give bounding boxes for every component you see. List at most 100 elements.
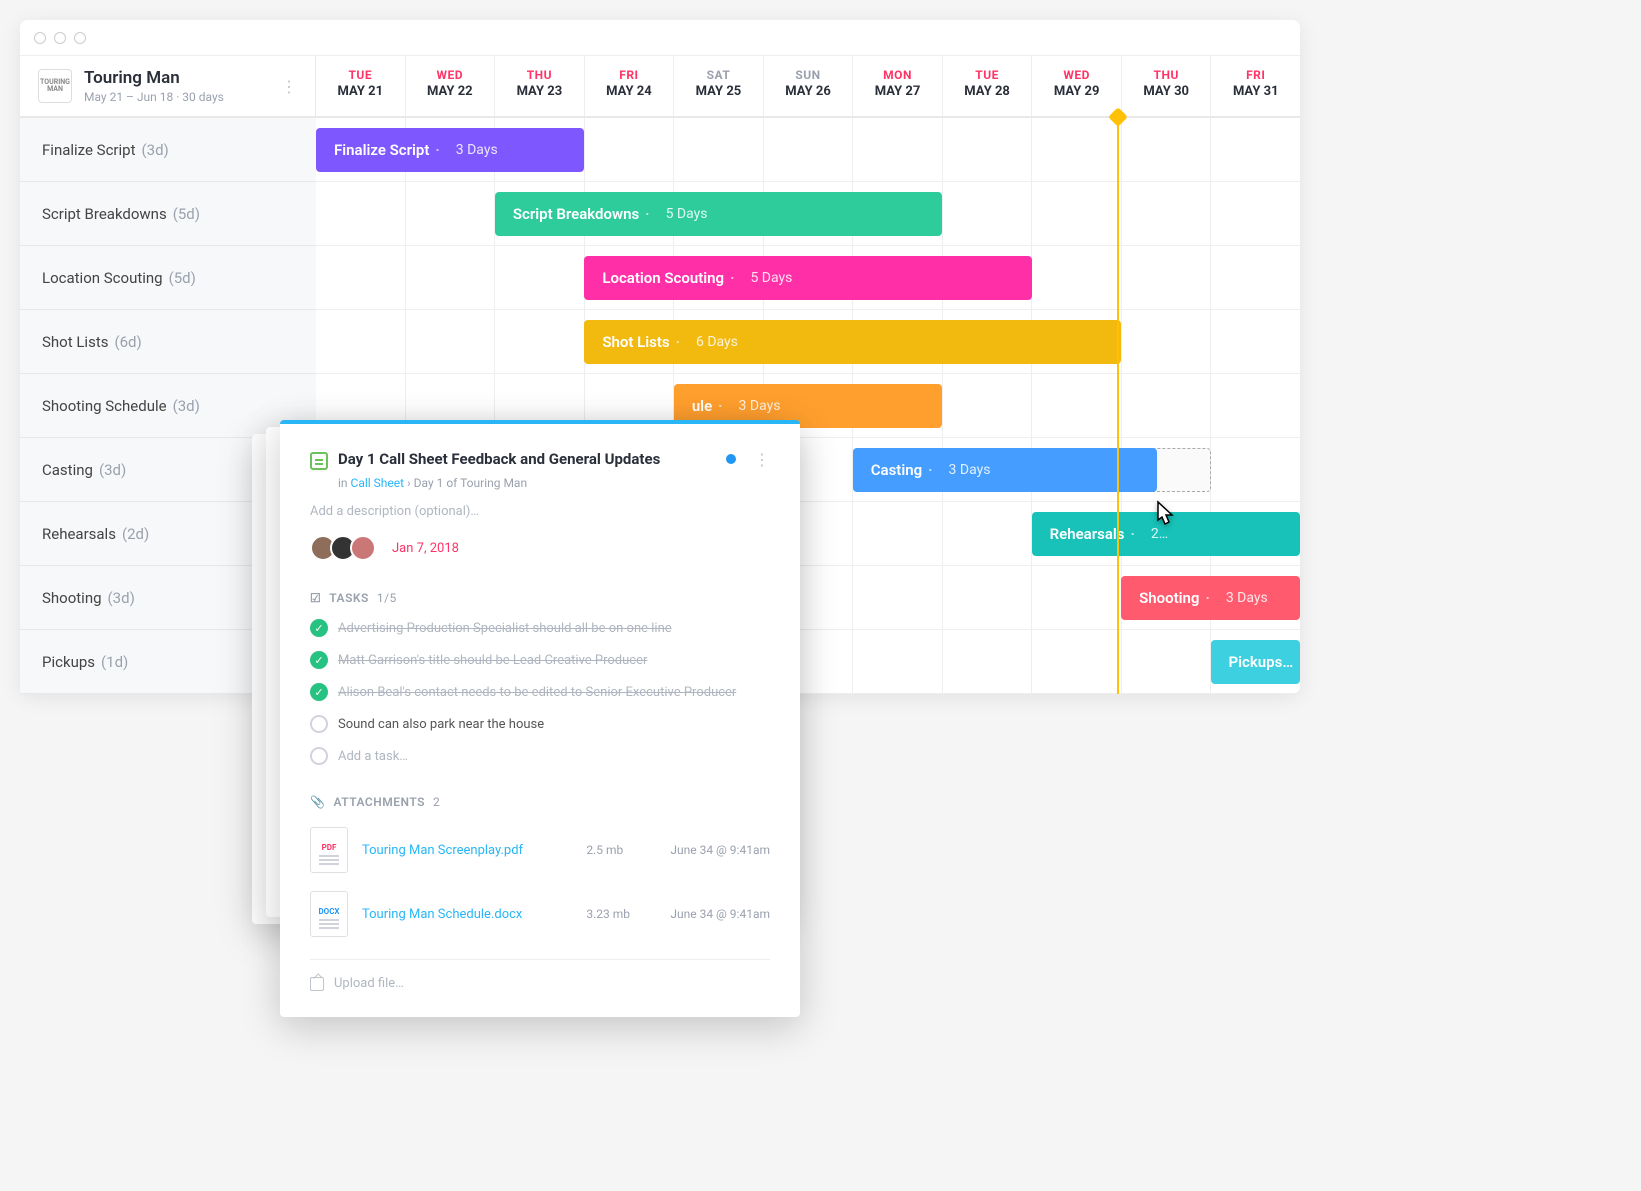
- today-indicator: [1117, 118, 1119, 694]
- calendar-header: TUEMAY 21WEDMAY 22THUMAY 23FRIMAY 24SATM…: [316, 56, 1300, 116]
- gantt-bar[interactable]: Shooting·3 Days: [1121, 576, 1300, 620]
- day-name: SUN: [764, 68, 853, 82]
- task-duration-label: (5d): [169, 269, 196, 287]
- day-date: MAY 26: [764, 84, 853, 99]
- checklist-icon: ☑: [310, 591, 321, 605]
- day-column[interactable]: THU MAY 23: [495, 56, 585, 116]
- day-name: TUE: [316, 68, 405, 82]
- task-duration-label: (5d): [173, 205, 200, 223]
- file-size: 2.5 mb: [586, 843, 656, 857]
- file-name[interactable]: Touring Man Screenplay.pdf: [362, 843, 572, 858]
- gantt-bar[interactable]: Location Scouting·5 Days: [584, 256, 1031, 300]
- gantt-row: Finalize Script·3 Days: [316, 118, 1300, 182]
- task-label: Pickups: [42, 653, 95, 671]
- check-done-icon[interactable]: ✓: [310, 651, 328, 669]
- subtask-item[interactable]: Sound can also park near the house: [310, 715, 770, 733]
- card-header: Day 1 Call Sheet Feedback and General Up…: [310, 450, 770, 470]
- file-name[interactable]: Touring Man Schedule.docx: [362, 907, 572, 922]
- day-name: THU: [495, 68, 584, 82]
- bar-duration: 3 Days: [739, 398, 781, 414]
- day-column[interactable]: SATMAY 25: [674, 56, 764, 116]
- day-column[interactable]: TUE MAY 28: [943, 56, 1033, 116]
- check-todo-icon[interactable]: [310, 715, 328, 733]
- task-label: Finalize Script: [42, 141, 136, 159]
- subtask-text: Advertising Production Specialist should…: [338, 621, 672, 636]
- gantt-row: Script Breakdowns·5 Days: [316, 182, 1300, 246]
- day-column[interactable]: TUEMAY 21: [316, 56, 406, 116]
- gantt-bar[interactable]: Rehearsals·2…: [1032, 512, 1300, 556]
- project-cell[interactable]: TOURING MAN Touring Man May 21 – Jun 18 …: [20, 56, 316, 116]
- task-detail-card[interactable]: Day 1 Call Sheet Feedback and General Up…: [280, 420, 800, 1017]
- card-menu-icon[interactable]: ⋮: [754, 450, 770, 469]
- project-info: Touring Man May 21 – Jun 18 · 30 days: [84, 68, 269, 104]
- project-meta: May 21 – Jun 18 · 30 days: [84, 90, 269, 104]
- task-label-row[interactable]: Shot Lists (6d): [20, 310, 316, 374]
- task-label-row[interactable]: Location Scouting (5d): [20, 246, 316, 310]
- day-column[interactable]: WEDMAY 29: [1032, 56, 1122, 116]
- day-column[interactable]: WEDMAY 22: [406, 56, 496, 116]
- bar-label: Shooting: [1139, 589, 1199, 607]
- day-column[interactable]: FRI MAY 31: [1211, 56, 1300, 116]
- gantt-bar[interactable]: Shot Lists·6 Days: [584, 320, 1121, 364]
- attachments-section-header: 📎 ATTACHMENTS 2: [310, 795, 770, 809]
- day-name: FRI: [1211, 68, 1300, 82]
- day-column[interactable]: SUN MAY 26: [764, 56, 854, 116]
- bar-duration: 3 Days: [456, 142, 498, 158]
- subtask-item[interactable]: ✓Matt Garrison's title should be Lead Cr…: [310, 651, 770, 669]
- bar-duration: 3 Days: [1226, 590, 1268, 606]
- task-duration-label: (2d): [122, 525, 149, 543]
- day-date: MAY 28: [943, 84, 1032, 99]
- description-input[interactable]: Add a description (optional)…: [310, 504, 770, 519]
- status-dot-icon[interactable]: [726, 454, 736, 464]
- gantt-bar[interactable]: Script Breakdowns·5 Days: [495, 192, 942, 236]
- gantt-bar[interactable]: Pickups…: [1211, 640, 1300, 684]
- day-date: MAY 24: [585, 84, 674, 99]
- attachment-item[interactable]: PDFTouring Man Screenplay.pdf2.5 mbJune …: [310, 827, 770, 873]
- subtask-text: Sound can also park near the house: [338, 717, 544, 732]
- bar-duration: 6 Days: [696, 334, 738, 350]
- day-date: MAY 23: [495, 84, 584, 99]
- paperclip-icon: 📎: [310, 795, 325, 809]
- breadcrumb: in Call Sheet › Day 1 of Touring Man: [338, 476, 770, 490]
- breadcrumb-link[interactable]: Call Sheet: [351, 476, 405, 490]
- project-menu-icon[interactable]: ⋮: [281, 77, 297, 96]
- file-date: June 34 @ 9:41am: [670, 907, 770, 921]
- attachment-item[interactable]: DOCXTouring Man Schedule.docx3.23 mbJune…: [310, 891, 770, 937]
- gantt-bar[interactable]: Finalize Script·3 Days: [316, 128, 584, 172]
- check-done-icon[interactable]: ✓: [310, 619, 328, 637]
- day-column[interactable]: FRI MAY 24: [585, 56, 675, 116]
- day-name: THU: [1122, 68, 1211, 82]
- header-row: TOURING MAN Touring Man May 21 – Jun 18 …: [20, 56, 1300, 118]
- bar-duration: 2…: [1151, 526, 1168, 542]
- avatar[interactable]: [350, 535, 376, 561]
- window-controls[interactable]: [34, 32, 86, 44]
- bar-label: Location Scouting: [602, 269, 724, 287]
- empty-check-icon: [310, 747, 328, 765]
- gantt-bar[interactable]: Casting·3 Days: [853, 448, 1157, 492]
- day-column[interactable]: THUMAY 30: [1122, 56, 1212, 116]
- task-label: Shooting Schedule: [42, 397, 167, 415]
- check-done-icon[interactable]: ✓: [310, 683, 328, 701]
- task-label: Location Scouting: [42, 269, 163, 287]
- bar-duration: 5 Days: [750, 270, 792, 286]
- day-date: MAY 31: [1211, 84, 1300, 99]
- task-duration-label: (3d): [142, 141, 169, 159]
- file-icon: PDF: [310, 827, 348, 873]
- task-label-row[interactable]: Finalize Script (3d): [20, 118, 316, 182]
- task-label: Shot Lists: [42, 333, 108, 351]
- day-name: FRI: [585, 68, 674, 82]
- due-date[interactable]: Jan 7, 2018: [392, 541, 459, 556]
- project-logo: TOURING MAN: [38, 69, 72, 103]
- day-name: WED: [406, 68, 495, 82]
- day-name: WED: [1032, 68, 1121, 82]
- subtask-text: Alison Beal's contact needs to be edited…: [338, 685, 736, 700]
- subtask-item[interactable]: ✓ Alison Beal's contact needs to be edite…: [310, 683, 770, 701]
- bar-label: ule: [692, 397, 712, 415]
- subtask-item[interactable]: ✓ Advertising Production Specialist shoul…: [310, 619, 770, 637]
- task-label-row[interactable]: Script Breakdowns (5d): [20, 182, 316, 246]
- add-task-input[interactable]: Add a task…: [310, 747, 770, 765]
- day-date: MAY 27: [853, 84, 942, 99]
- day-name: TUE: [943, 68, 1032, 82]
- upload-file-input[interactable]: Upload file…: [310, 959, 770, 991]
- day-column[interactable]: MONMAY 27: [853, 56, 943, 116]
